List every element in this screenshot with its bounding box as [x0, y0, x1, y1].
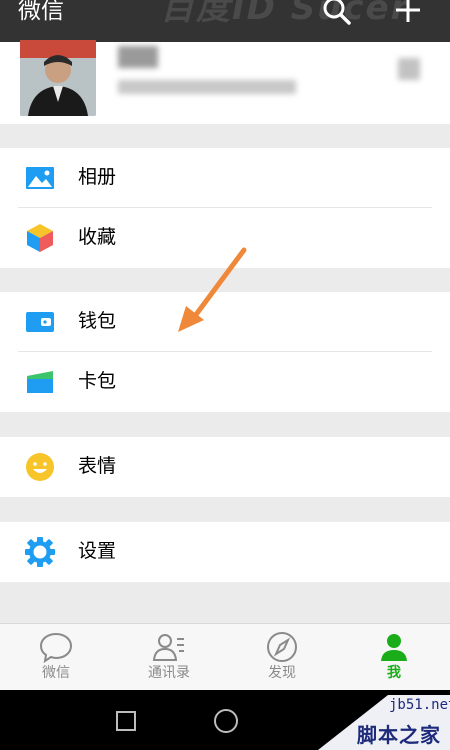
- menu-label-album: 相册: [78, 166, 117, 188]
- person-icon: [381, 634, 407, 661]
- menu-group-4: 设置: [0, 522, 450, 582]
- profile-card[interactable]: [0, 40, 450, 124]
- album-icon: [24, 162, 56, 194]
- site-url: jb51.net: [389, 697, 450, 713]
- site-name: 脚本之家: [357, 723, 441, 747]
- compass-icon: [267, 632, 297, 662]
- contacts-icon: [152, 634, 184, 661]
- tab-me[interactable]: 我: [349, 624, 439, 690]
- profile-name-pixelated: [118, 46, 158, 68]
- qr-code-icon[interactable]: [398, 58, 420, 80]
- bottom-tab-bar: 微信 通讯录 发现 我: [0, 623, 450, 690]
- profile-id-pixelated: [118, 80, 296, 94]
- menu-item-card-wallet[interactable]: 卡包: [0, 352, 450, 411]
- favorites-cube-icon: [24, 222, 56, 254]
- recent-apps-icon[interactable]: [116, 711, 136, 731]
- menu-label-card-wallet: 卡包: [78, 370, 117, 392]
- tab-discover[interactable]: 发现: [237, 624, 327, 690]
- tab-contacts[interactable]: 通讯录: [124, 624, 214, 690]
- menu-item-stickers[interactable]: 表情: [0, 437, 450, 496]
- smiley-icon: [24, 451, 56, 483]
- tab-label: 我: [387, 665, 401, 681]
- menu-label-settings: 设置: [78, 540, 117, 562]
- top-bar: 微信 百度ID Sucer: [0, 0, 450, 42]
- tab-label: 微信: [42, 665, 70, 681]
- tab-label: 通讯录: [148, 665, 190, 681]
- avatar: [20, 40, 96, 116]
- menu-group-3: 表情: [0, 437, 450, 497]
- watermark-text: 百度ID Sucer: [160, 0, 410, 28]
- page-title: 微信: [18, 0, 64, 24]
- gear-icon: [24, 536, 56, 568]
- menu-label-wallet: 钱包: [78, 310, 117, 332]
- add-icon[interactable]: [390, 0, 426, 28]
- home-icon[interactable]: [214, 709, 238, 733]
- chat-icon: [39, 632, 73, 664]
- menu-label-favorites: 收藏: [78, 226, 117, 248]
- search-icon[interactable]: [318, 0, 354, 28]
- wallet-icon: [24, 306, 56, 338]
- menu-item-album[interactable]: 相册: [0, 148, 450, 207]
- menu-item-settings[interactable]: 设置: [0, 522, 450, 581]
- menu-label-stickers: 表情: [78, 455, 117, 477]
- tab-chats[interactable]: 微信: [11, 624, 101, 690]
- card-wallet-icon: [24, 366, 56, 398]
- annotation-arrow-icon: [178, 247, 247, 332]
- tab-label: 发现: [268, 665, 296, 681]
